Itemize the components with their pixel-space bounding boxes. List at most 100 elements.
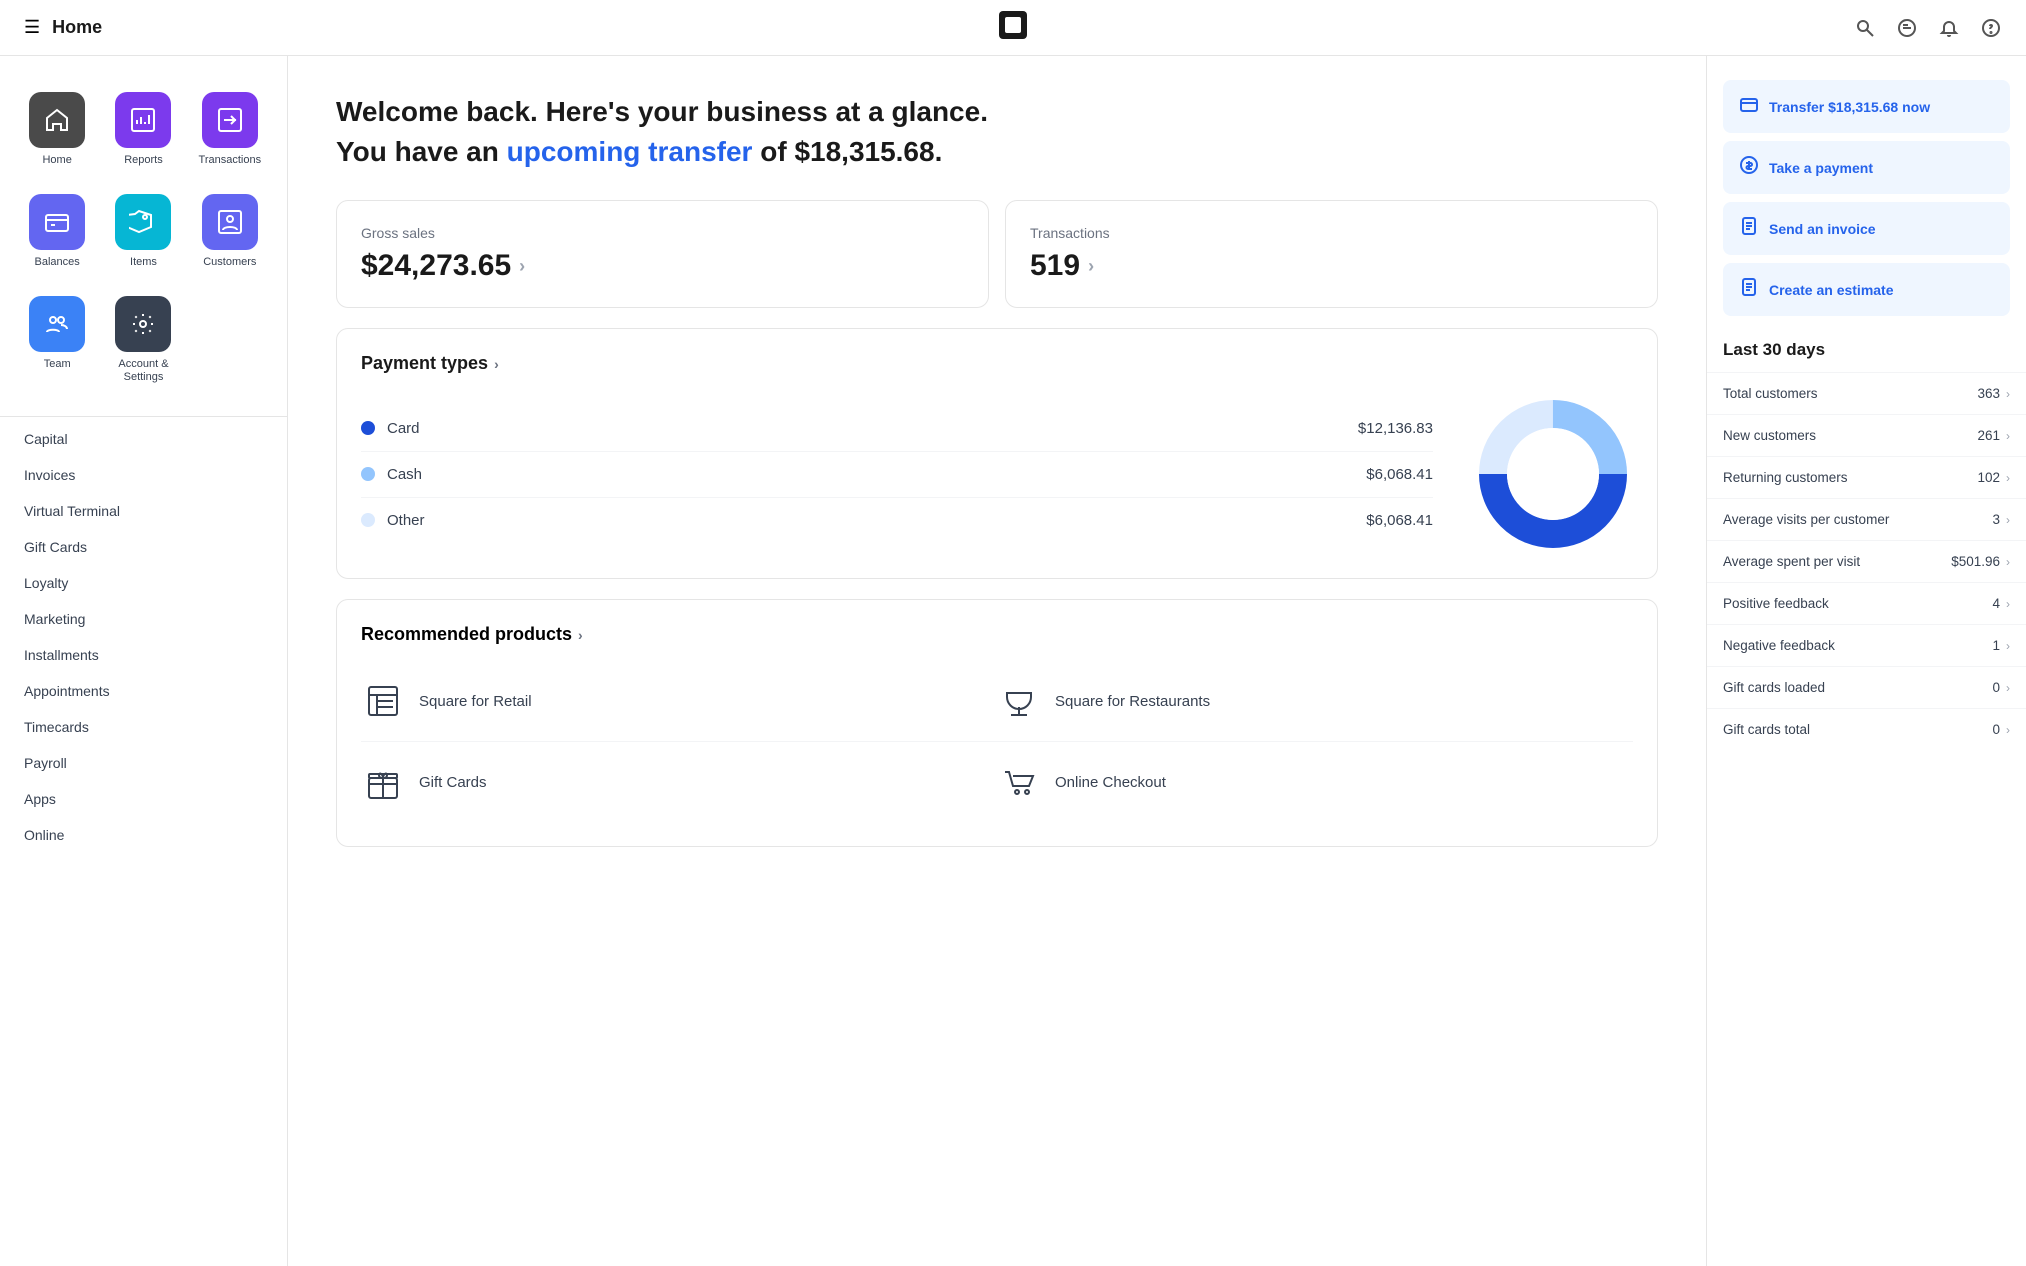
sidebar-item-payroll[interactable]: Payroll [0,745,287,781]
gross-sales-amount: $24,273.65 [361,249,511,283]
payment-types-title[interactable]: Payment types › [361,353,1633,374]
payment-left-other: Other [361,512,425,529]
stat-new-customers-label: New customers [1723,428,1816,443]
transactions-count: 519 [1030,249,1080,283]
gross-sales-card[interactable]: Gross sales $24,273.65 › [336,200,989,308]
stat-new-customers[interactable]: New customers 261 › [1707,414,2026,456]
create-estimate-button[interactable]: Create an estimate [1723,263,2010,316]
donut-svg [1473,394,1633,554]
home-icon-box [29,92,85,148]
recommended-products-card: Recommended products › Square for Retail [336,599,1658,847]
sidebar-item-marketing[interactable]: Marketing [0,601,287,637]
reports-icon-box [115,92,171,148]
bell-icon[interactable] [1938,17,1960,39]
reports-icon [129,106,157,134]
estimate-icon [1739,277,1759,302]
gear-icon [129,310,157,338]
stat-positive-feedback[interactable]: Positive feedback 4 › [1707,582,2026,624]
take-payment-label: Take a payment [1769,160,1873,176]
rec-item-retail[interactable]: Square for Retail [361,661,997,742]
sidebar-item-items[interactable]: Items [102,182,184,280]
card-dot-icon [361,421,375,435]
customers-icon-box [202,194,258,250]
sidebar-item-transactions[interactable]: Transactions [189,80,271,178]
payment-types-arrow-icon: › [494,356,499,372]
sidebar-item-online[interactable]: Online [0,817,287,853]
header-title: Home [52,17,102,38]
take-payment-button[interactable]: Take a payment [1723,141,2010,194]
sidebar-item-balances[interactable]: Balances [16,182,98,280]
estimate-svg [1739,277,1759,297]
transactions-arrow-icon: › [1088,256,1094,277]
sidebar-item-capital[interactable]: Capital [0,421,287,457]
stat-gift-cards-total-label: Gift cards total [1723,722,1810,737]
stat-returning-customers[interactable]: Returning customers 102 › [1707,456,2026,498]
reports-label: Reports [124,154,163,166]
transactions-card[interactable]: Transactions 519 › [1005,200,1658,308]
transfer-svg [1739,94,1759,114]
stat-avg-visits-num: 3 [1992,512,2000,527]
stat-negative-feedback-label: Negative feedback [1723,638,1835,653]
stat-gift-cards-total-arrow: › [2006,723,2010,737]
restaurants-svg [1001,683,1037,719]
sidebar-item-account-settings[interactable]: Account & Settings [102,284,184,396]
stats-period: Last 30 days [1707,340,2026,372]
stat-total-customers[interactable]: Total customers 363 › [1707,372,2026,414]
sidebar-item-home[interactable]: Home [16,80,98,178]
stat-gift-cards-loaded-num: 0 [1992,680,2000,695]
recommended-label: Recommended products [361,624,572,645]
stat-positive-feedback-label: Positive feedback [1723,596,1829,611]
upcoming-transfer-link[interactable]: upcoming transfer [507,136,753,167]
stat-total-customers-num: 363 [1977,386,2000,401]
stat-new-customers-value-group: 261 › [1977,428,2010,443]
search-icon[interactable] [1854,17,1876,39]
stat-gift-cards-total[interactable]: Gift cards total 0 › [1707,708,2026,750]
stat-gift-cards-loaded-arrow: › [2006,681,2010,695]
payment-svg [1739,155,1759,175]
sidebar-menu: Capital Invoices Virtual Terminal Gift C… [0,421,287,853]
welcome-title: Welcome back. Here's your business at a … [336,96,1658,128]
help-icon[interactable] [1980,17,2002,39]
rec-item-restaurants[interactable]: Square for Restaurants [997,661,1633,742]
stat-avg-spent[interactable]: Average spent per visit $501.96 › [1707,540,2026,582]
action-buttons: Transfer $18,315.68 now Take a payment [1707,80,2026,340]
items-icon-box [115,194,171,250]
menu-icon[interactable]: ☰ [24,17,40,38]
recommended-title[interactable]: Recommended products › [361,624,1633,645]
home-label: Home [42,154,71,166]
payment-list: Card $12,136.83 Cash $6,068.41 [361,406,1433,543]
sidebar-item-apps[interactable]: Apps [0,781,287,817]
gift-svg [365,764,401,800]
rec-item-gift-cards[interactable]: Gift Cards [361,742,997,822]
restaurants-icon [997,679,1041,723]
stat-avg-visits-label: Average visits per customer [1723,512,1889,527]
payment-left-card: Card [361,420,420,437]
sidebar-item-timecards[interactable]: Timecards [0,709,287,745]
stat-avg-visits[interactable]: Average visits per customer 3 › [1707,498,2026,540]
stat-total-customers-label: Total customers [1723,386,1818,401]
sidebar-item-virtual-terminal[interactable]: Virtual Terminal [0,493,287,529]
chat-icon[interactable] [1896,17,1918,39]
stat-negative-feedback[interactable]: Negative feedback 1 › [1707,624,2026,666]
stat-returning-customers-arrow: › [2006,471,2010,485]
stat-returning-customers-num: 102 [1977,470,2000,485]
welcome-amount: of $18,315.68. [760,136,942,167]
transfer-button[interactable]: Transfer $18,315.68 now [1723,80,2010,133]
sidebar-item-loyalty[interactable]: Loyalty [0,565,287,601]
stat-negative-feedback-value-group: 1 › [1992,638,2010,653]
sidebar-item-appointments[interactable]: Appointments [0,673,287,709]
sidebar-item-team[interactable]: Team [16,284,98,396]
header-icons [1854,17,2002,39]
transactions-value: 519 › [1030,249,1633,283]
sidebar-item-customers[interactable]: Customers [189,182,271,280]
rec-item-online-checkout[interactable]: Online Checkout [997,742,1633,822]
stat-gift-cards-loaded[interactable]: Gift cards loaded 0 › [1707,666,2026,708]
sidebar-item-invoices[interactable]: Invoices [0,457,287,493]
send-invoice-button[interactable]: Send an invoice [1723,202,2010,255]
rec-retail-label: Square for Retail [419,693,532,710]
stat-gift-cards-total-value-group: 0 › [1992,722,2010,737]
sidebar-item-gift-cards[interactable]: Gift Cards [0,529,287,565]
sidebar-item-installments[interactable]: Installments [0,637,287,673]
sidebar-item-reports[interactable]: Reports [102,80,184,178]
payment-left-cash: Cash [361,466,422,483]
